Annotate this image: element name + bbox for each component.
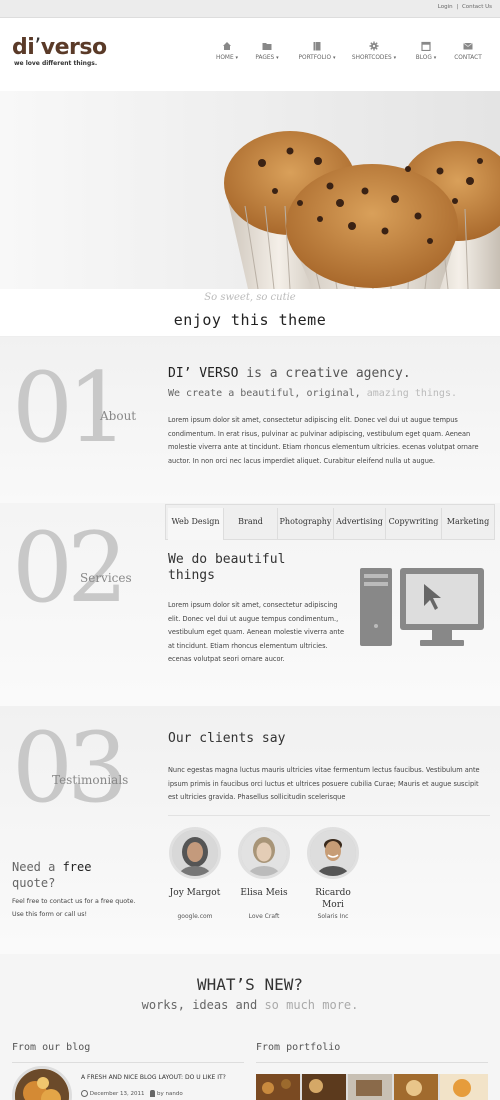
tab-marketing[interactable]: Marketing xyxy=(442,508,494,540)
free-quote-b: free xyxy=(62,860,92,874)
hero-caption-small: So sweet, so cutie xyxy=(204,292,296,303)
nav-label: BLOG xyxy=(415,55,432,61)
free-quote-text: Feel free to contact us for a free quote… xyxy=(12,898,136,918)
whats-new-subtitle-b: so much more. xyxy=(264,998,359,1012)
tab-web-design[interactable]: Web Design xyxy=(168,508,224,540)
mail-icon xyxy=(463,42,473,50)
chevron-down-icon: ▾ xyxy=(276,55,279,61)
free-quote-heading: Need a free quote? xyxy=(12,859,132,891)
client-name: Elisa Meis xyxy=(240,888,288,898)
client-company: Solaris Inc xyxy=(317,913,349,920)
tab-brand[interactable]: Brand xyxy=(224,508,278,540)
client-company: google.com xyxy=(177,913,213,920)
services-body: Lorem ipsum dolor sit amet, consectetur … xyxy=(168,601,345,663)
about-label: About xyxy=(100,409,137,423)
client-photo xyxy=(172,830,218,876)
nav-label: CONTACT xyxy=(454,55,482,61)
about-subheading: We create a beautiful, original, amazing… xyxy=(168,388,457,399)
testimonials-heading: Our clients say xyxy=(168,731,286,746)
avatar[interactable] xyxy=(307,827,359,879)
free-quote-a: Need a xyxy=(12,860,63,874)
nav-label: PORTFOLIO xyxy=(298,55,332,61)
book-icon xyxy=(313,42,321,51)
whats-new-subtitle-a: works, ideas and xyxy=(141,998,265,1012)
about-heading-rest: is a creative agency. xyxy=(238,366,411,381)
tab-photography[interactable]: Photography xyxy=(278,508,334,540)
chevron-down-icon: ▾ xyxy=(332,55,336,61)
client-photo xyxy=(241,830,287,876)
whats-new-title: WHAT’S NEW? xyxy=(197,975,303,994)
whats-new-subtitle: works, ideas and so much more. xyxy=(0,998,500,1012)
nav-item-contact[interactable]: CONTACT xyxy=(443,41,493,61)
muffins-image xyxy=(224,131,500,289)
nav-item-shortcodes[interactable]: SHORTCODES ▾ xyxy=(349,41,399,61)
chevron-down-icon: ▾ xyxy=(393,55,397,61)
testimonials-quote: Nunc egestas magna luctus mauris ultrici… xyxy=(168,764,490,816)
portfolio-image xyxy=(256,1074,488,1100)
portfolio-divider xyxy=(256,1062,488,1063)
hero-slider xyxy=(0,91,500,289)
client-name: Joy Margot xyxy=(169,888,221,898)
contact-us-link[interactable]: Contact Us xyxy=(462,4,492,10)
top-separator: | xyxy=(456,4,459,10)
logo[interactable]: di’verso xyxy=(12,35,107,60)
client-photo xyxy=(310,830,356,876)
tab-advertising[interactable]: Advertising xyxy=(334,508,386,540)
about-subheading-a: We create a beautiful, original, xyxy=(168,388,367,399)
about-heading: DI’ VERSO is a creative agency. xyxy=(168,366,411,381)
blog-heading: From our blog xyxy=(12,1042,91,1053)
avatar[interactable] xyxy=(238,827,290,879)
about-heading-strong: DI’ VERSO xyxy=(168,366,239,381)
top-bar xyxy=(0,0,500,18)
about-subheading-b: amazing things. xyxy=(366,388,457,399)
blog-divider xyxy=(12,1062,244,1063)
nav-item-portfolio[interactable]: PORTFOLIO ▾ xyxy=(292,41,342,61)
computer-icon xyxy=(360,568,484,646)
gear-icon xyxy=(369,41,379,51)
testimonials-label: Testimonials xyxy=(52,773,129,787)
post-date: December 13, 2011 xyxy=(89,1091,145,1097)
folder-icon xyxy=(262,43,272,50)
nav-item-pages[interactable]: PAGES ▾ xyxy=(242,41,292,61)
services-label: Services xyxy=(80,571,132,585)
user-icon xyxy=(150,1090,156,1097)
chevron-down-icon: ▾ xyxy=(433,55,437,61)
services-heading: We do beautiful things xyxy=(168,552,286,583)
portfolio-thumbnails[interactable] xyxy=(256,1074,488,1100)
logo-rest: verso xyxy=(40,35,107,60)
top-links: Login | Contact Us xyxy=(438,4,492,10)
calendar-icon xyxy=(421,41,431,51)
tab-copywriting[interactable]: Copywriting xyxy=(386,508,442,540)
clock-icon xyxy=(81,1090,88,1097)
post-author: by nando xyxy=(157,1091,183,1097)
home-icon xyxy=(223,42,231,50)
about-body: Lorem ipsum dolor sit amet, consectetur … xyxy=(168,416,479,465)
client-name: Ricardo Mori xyxy=(315,888,351,910)
portfolio-heading: From portfolio xyxy=(256,1042,341,1053)
nav-label: SHORTCODES xyxy=(351,55,392,61)
post-meta: December 13, 2011 by nando xyxy=(81,1090,183,1097)
logo-main: di xyxy=(12,35,35,60)
testimonials-number: 03 xyxy=(12,712,128,824)
nav-label: HOME xyxy=(216,55,234,61)
hero-caption-big: enjoy this theme xyxy=(173,311,327,329)
client-company: Love Craft xyxy=(248,913,280,920)
food-image xyxy=(15,1069,69,1100)
tagline: we love different things. xyxy=(14,60,98,67)
free-quote-c: quote? xyxy=(12,876,56,890)
post-title[interactable]: A FRESH AND NICE BLOG LAYOUT: DO U LIKE … xyxy=(81,1074,251,1081)
login-link[interactable]: Login xyxy=(438,4,453,10)
services-number: 02 xyxy=(12,512,128,624)
avatar[interactable] xyxy=(169,827,221,879)
chevron-down-icon: ▾ xyxy=(235,55,238,61)
about-number: 01 xyxy=(12,352,128,464)
nav-label: PAGES xyxy=(255,55,275,61)
